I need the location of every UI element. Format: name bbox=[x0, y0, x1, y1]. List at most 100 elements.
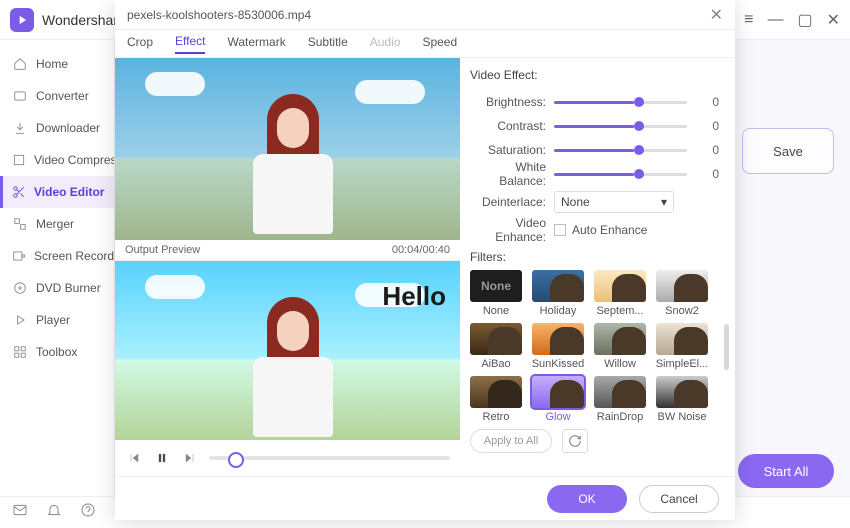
filter-label: SimpleEl... bbox=[656, 358, 709, 370]
app-logo bbox=[10, 8, 34, 32]
playback-controls bbox=[115, 440, 460, 476]
modal-tabs: Crop Effect Watermark Subtitle Audio Spe… bbox=[115, 30, 735, 58]
filter-label: None bbox=[483, 305, 509, 317]
apply-to-all-button[interactable]: Apply to All bbox=[470, 429, 552, 453]
converter-icon bbox=[12, 88, 28, 104]
contrast-label: Contrast: bbox=[470, 119, 546, 133]
filter-holiday[interactable] bbox=[532, 270, 584, 302]
brightness-value: 0 bbox=[701, 95, 719, 109]
filter-none[interactable]: None bbox=[470, 270, 522, 302]
filter-retro[interactable] bbox=[470, 376, 522, 408]
tab-subtitle[interactable]: Subtitle bbox=[308, 35, 348, 53]
tab-watermark[interactable]: Watermark bbox=[227, 35, 285, 53]
auto-enhance-text: Auto Enhance bbox=[572, 223, 647, 237]
brand-name: Wondershare bbox=[42, 12, 126, 28]
filter-raindrop[interactable] bbox=[594, 376, 646, 408]
minimize-icon[interactable]: — bbox=[767, 11, 783, 29]
compress-icon bbox=[12, 152, 26, 168]
seek-slider[interactable] bbox=[209, 456, 450, 460]
saturation-slider[interactable] bbox=[554, 149, 687, 152]
sidebar-item-screen-recorder[interactable]: Screen Recorde bbox=[0, 240, 114, 272]
sidebar-item-label: Home bbox=[36, 57, 68, 71]
editor-modal: pexels-koolshooters-8530006.mp4 ✕ Crop E… bbox=[115, 0, 735, 520]
deinterlace-value: None bbox=[561, 195, 590, 209]
tab-effect[interactable]: Effect bbox=[175, 34, 205, 54]
sidebar-item-compressor[interactable]: Video Compres bbox=[0, 144, 114, 176]
output-preview: Hello bbox=[115, 261, 460, 439]
filter-label: Snow2 bbox=[665, 305, 699, 317]
deinterlace-select[interactable]: None ▾ bbox=[554, 191, 674, 213]
contrast-value: 0 bbox=[701, 119, 719, 133]
filter-snow2[interactable] bbox=[656, 270, 708, 302]
merge-icon bbox=[12, 216, 28, 232]
sidebar-item-merger[interactable]: Merger bbox=[0, 208, 114, 240]
maximize-icon[interactable]: ▢ bbox=[797, 10, 812, 30]
auto-enhance-checkbox[interactable] bbox=[554, 224, 566, 236]
window-controls: ≡ — ▢ ✕ bbox=[744, 10, 840, 30]
sidebar-item-video-editor[interactable]: Video Editor bbox=[0, 176, 114, 208]
save-label: Save bbox=[773, 144, 803, 159]
filter-label: BW Noise bbox=[658, 411, 707, 423]
filters-title: Filters: bbox=[470, 250, 719, 264]
sidebar-item-label: Downloader bbox=[36, 121, 100, 135]
bell-icon[interactable] bbox=[46, 502, 62, 523]
filter-label: Glow bbox=[545, 411, 570, 423]
tab-crop[interactable]: Crop bbox=[127, 35, 153, 53]
hamburger-icon[interactable]: ≡ bbox=[744, 11, 753, 29]
sidebar-item-label: Video Compres bbox=[34, 153, 115, 167]
sidebar-item-dvd-burner[interactable]: DVD Burner bbox=[0, 272, 114, 304]
filter-aibao[interactable] bbox=[470, 323, 522, 355]
pause-button[interactable] bbox=[153, 449, 171, 467]
saturation-label: Saturation: bbox=[470, 143, 546, 157]
modal-header: pexels-koolshooters-8530006.mp4 ✕ bbox=[115, 0, 735, 30]
ok-button[interactable]: OK bbox=[547, 485, 627, 513]
sidebar: Home Converter Downloader Video Compres … bbox=[0, 40, 115, 496]
modal-footer: OK Cancel bbox=[115, 476, 735, 520]
close-icon[interactable]: ✕ bbox=[710, 5, 723, 25]
cancel-button[interactable]: Cancel bbox=[639, 485, 719, 513]
output-preview-label: Output Preview bbox=[125, 244, 200, 256]
chevron-down-icon: ▾ bbox=[661, 195, 667, 209]
sidebar-item-label: Converter bbox=[36, 89, 89, 103]
video-effect-title: Video Effect: bbox=[470, 68, 719, 82]
filter-glow[interactable] bbox=[532, 376, 584, 408]
filter-simpleel[interactable] bbox=[656, 323, 708, 355]
grid-icon bbox=[12, 344, 28, 360]
preview-bar: Output Preview 00:04/00:40 bbox=[115, 240, 460, 261]
scissors-icon bbox=[12, 184, 26, 200]
sidebar-item-label: DVD Burner bbox=[36, 281, 101, 295]
prev-frame-button[interactable] bbox=[125, 449, 143, 467]
reset-button[interactable] bbox=[562, 429, 588, 453]
filter-label: Willow bbox=[604, 358, 636, 370]
sidebar-item-toolbox[interactable]: Toolbox bbox=[0, 336, 114, 368]
sidebar-item-player[interactable]: Player bbox=[0, 304, 114, 336]
next-frame-button[interactable] bbox=[181, 449, 199, 467]
white-balance-slider[interactable] bbox=[554, 173, 687, 176]
filter-sunkissed[interactable] bbox=[532, 323, 584, 355]
sidebar-item-label: Player bbox=[36, 313, 70, 327]
preview-column: Output Preview 00:04/00:40 Hello bbox=[115, 58, 460, 476]
help-icon[interactable] bbox=[80, 502, 96, 523]
sidebar-item-converter[interactable]: Converter bbox=[0, 80, 114, 112]
start-all-button[interactable]: Start All bbox=[738, 454, 834, 488]
save-button[interactable]: Save bbox=[742, 128, 834, 174]
filter-willow[interactable] bbox=[594, 323, 646, 355]
original-preview bbox=[115, 58, 460, 240]
record-icon bbox=[12, 248, 26, 264]
close-window-icon[interactable]: ✕ bbox=[827, 10, 840, 30]
contrast-slider[interactable] bbox=[554, 125, 687, 128]
download-icon bbox=[12, 120, 28, 136]
filter-bwnoise[interactable] bbox=[656, 376, 708, 408]
scrollbar[interactable] bbox=[724, 324, 729, 370]
sidebar-item-home[interactable]: Home bbox=[0, 48, 114, 80]
effects-panel: Video Effect: Brightness:0 Contrast:0 Sa… bbox=[460, 58, 735, 476]
sidebar-item-downloader[interactable]: Downloader bbox=[0, 112, 114, 144]
brightness-slider[interactable] bbox=[554, 101, 687, 104]
tab-speed[interactable]: Speed bbox=[422, 35, 457, 53]
modal-filename: pexels-koolshooters-8530006.mp4 bbox=[127, 8, 311, 22]
filter-label: RainDrop bbox=[597, 411, 643, 423]
sidebar-item-label: Toolbox bbox=[36, 345, 77, 359]
mail-icon[interactable] bbox=[12, 502, 28, 523]
filter-septem[interactable] bbox=[594, 270, 646, 302]
filter-label: SunKissed bbox=[532, 358, 585, 370]
